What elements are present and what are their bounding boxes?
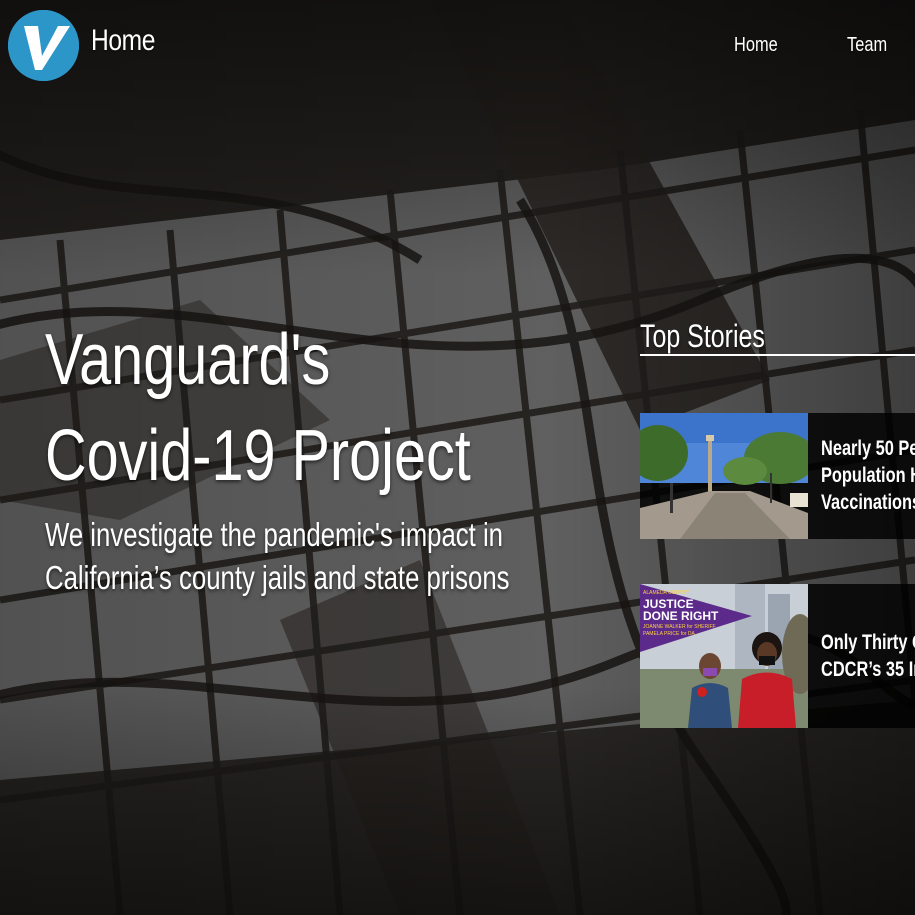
hero-subtitle-line-1: We investigate the pandemic's impact in [45,516,503,553]
story-title-line: CDCR’s 35 In [821,658,915,681]
story-thumbnail[interactable] [640,413,808,539]
story-title-line: Nearly 50 Pe [821,437,915,460]
story-card[interactable]: Nearly 50 Pe Population H Vaccinations [640,413,915,539]
story-title-line: Population H [821,464,915,487]
campaign-photo-image: ALAMEDA COUNTY JUSTICE DONE RIGHT JOANNE… [640,584,808,728]
street-photo-image [640,413,808,539]
hero-subtitle: We investigate the pandemic's impact in … [45,513,513,599]
story-card[interactable]: ALAMEDA COUNTY JUSTICE DONE RIGHT JOANNE… [640,584,915,728]
story-title-line: Vaccinations [821,491,915,514]
story-title[interactable]: Nearly 50 Pe Population H Vaccinations [821,435,915,516]
nav-item-team[interactable]: Team [847,34,887,57]
hero-title-line-1: Vanguard's [45,320,331,400]
top-stories-divider [640,354,915,356]
poster-sheriff-text: JOANNE WALKER for SHERIFF [643,624,716,630]
story-title[interactable]: Only Thirty O CDCR’s 35 In [821,629,915,683]
hero-title-line-2: Covid-19 Project [45,416,471,496]
hero-subtitle-line-2: California’s county jails and state pris… [45,559,510,596]
poster-done-right-text: DONE RIGHT [643,609,719,623]
nav-item-home[interactable]: Home [734,34,778,57]
story-thumbnail[interactable]: ALAMEDA COUNTY JUSTICE DONE RIGHT JOANNE… [640,584,808,728]
story-title-line: Only Thirty O [821,631,915,654]
main-nav: Home Team [0,34,915,64]
poster-da-text: PAMELA PRICE for DA [643,631,696,637]
poster-county-text: ALAMEDA COUNTY [643,590,690,596]
top-stories-section: Top Stories [640,318,915,356]
hero-title: Vanguard's Covid-19 Project [45,312,493,504]
top-stories-heading: Top Stories [640,318,765,354]
